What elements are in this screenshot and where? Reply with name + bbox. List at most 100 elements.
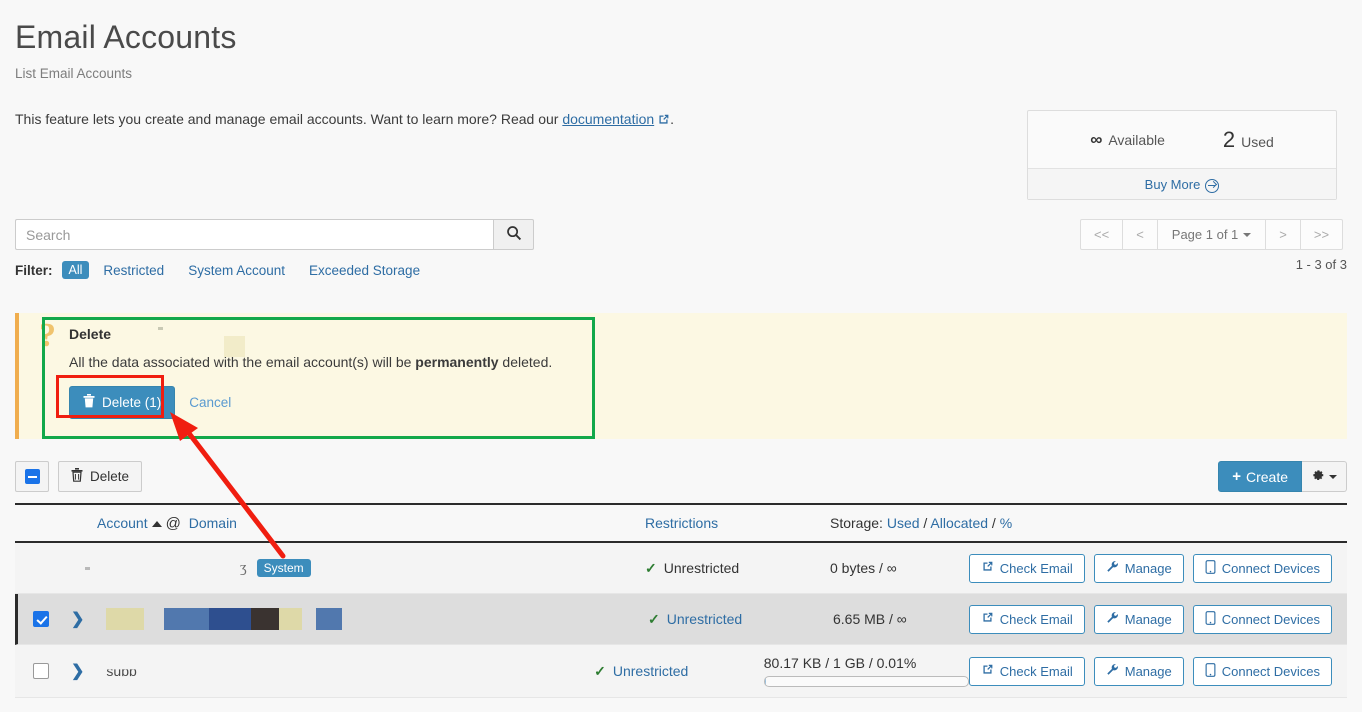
wrench-icon — [1106, 663, 1119, 679]
filter-label: Filter: — [15, 262, 53, 278]
column-header-restrictions: Restrictions — [645, 515, 830, 531]
confirm-delete-label: Delete (1) — [102, 395, 162, 410]
pagination: << < Page 1 of 1 > >> — [1080, 219, 1344, 250]
connect-devices-button[interactable]: Connect Devices — [1192, 604, 1332, 634]
check-email-button[interactable]: Check Email — [968, 553, 1085, 583]
buy-more-link[interactable]: Buy More — [1028, 168, 1336, 199]
intro-text: This feature lets you create and manage … — [15, 111, 674, 129]
sort-by-domain-link[interactable]: Domain — [189, 515, 237, 531]
filter-option-restricted[interactable]: Restricted — [103, 263, 164, 278]
connect-devices-label: Connect Devices — [1221, 611, 1320, 627]
row-actions: Check Email Manage Connect Devices — [968, 553, 1347, 583]
redaction-block — [209, 608, 252, 630]
redaction-block — [164, 608, 210, 630]
sort-by-restrictions-link[interactable]: Restrictions — [645, 515, 718, 531]
documentation-link[interactable]: documentation — [562, 111, 654, 127]
manage-button[interactable]: Manage — [1093, 656, 1184, 686]
filter-option-all[interactable]: All — [61, 261, 90, 279]
storage-progress-fill — [764, 677, 766, 686]
storage-value: 0 bytes / ∞ — [830, 560, 897, 576]
redaction-block — [251, 608, 280, 630]
manage-button[interactable]: Manage — [1093, 604, 1184, 634]
table-actions: + Create — [1218, 461, 1347, 492]
storage-value: 6.65 MB / ∞ — [833, 611, 907, 627]
table-row[interactable]: ❯ ✓ Unrestricted 6.65 MB / ∞ Check Email… — [15, 594, 1347, 645]
restriction-label[interactable]: Unrestricted — [613, 663, 688, 679]
sort-by-storage-percent-link[interactable]: % — [1000, 515, 1012, 531]
filter-option-exceeded-storage[interactable]: Exceeded Storage — [309, 263, 420, 278]
sort-by-account-link[interactable]: Account — [97, 515, 148, 531]
row-checkbox[interactable] — [33, 663, 49, 679]
column-header-storage: Storage: Used / Allocated / % — [830, 515, 1347, 531]
table-header-row: Account @ Domain Restrictions Storage: Us… — [15, 503, 1347, 543]
confirm-delete-button[interactable]: Delete (1) — [69, 386, 176, 419]
search-input[interactable] — [15, 219, 493, 250]
create-label: Create — [1245, 468, 1288, 485]
redaction-block — [279, 608, 303, 630]
redaction-block — [85, 566, 90, 570]
buy-more-label: Buy More — [1144, 176, 1201, 192]
redaction-block — [316, 608, 343, 630]
table-row[interactable]: ❯ supp ✓ Unrestricted 80.17 KB / 1 GB / … — [15, 645, 1347, 698]
status-badge: System — [256, 559, 311, 577]
check-email-label: Check Email — [999, 611, 1073, 627]
expand-row-chevron-icon[interactable]: ❯ — [71, 661, 84, 681]
row-checkbox[interactable] — [33, 611, 49, 627]
trash-icon — [71, 468, 83, 485]
pagination-prev-button[interactable]: < — [1122, 219, 1158, 250]
connect-devices-label: Connect Devices — [1221, 663, 1320, 679]
storage-cell: 0 bytes / ∞ — [830, 560, 969, 576]
at-symbol: @ — [165, 514, 181, 532]
account-cell: ❯ supp — [15, 661, 594, 681]
check-icon: ✓ — [648, 610, 660, 627]
settings-dropdown-button[interactable] — [1302, 461, 1347, 492]
storage-cell: 80.17 KB / 1 GB / 0.01% — [763, 655, 969, 687]
cancel-link[interactable]: Cancel — [189, 395, 231, 410]
search-icon — [506, 225, 522, 244]
trash-icon — [83, 394, 95, 411]
plus-icon: + — [1232, 468, 1241, 485]
alert-actions: Delete (1) Cancel — [69, 386, 1333, 419]
check-email-label: Check Email — [999, 663, 1073, 679]
create-button[interactable]: + Create — [1218, 461, 1302, 492]
pagination-last-button[interactable]: >> — [1299, 219, 1344, 250]
expand-row-chevron-icon[interactable]: ❯ — [71, 609, 84, 629]
search-bar — [15, 219, 534, 250]
sort-by-storage-allocated-link[interactable]: Allocated — [930, 515, 988, 531]
restriction-label[interactable]: Unrestricted — [667, 611, 742, 627]
manage-label: Manage — [1124, 663, 1172, 679]
gear-icon — [1311, 468, 1325, 485]
chevron-down-icon — [1329, 474, 1337, 479]
restrictions-cell: ✓ Unrestricted — [594, 663, 764, 680]
intro-text-after: . — [670, 111, 675, 127]
email-accounts-table: Account @ Domain Restrictions Storage: Us… — [15, 503, 1347, 698]
search-button[interactable] — [493, 219, 534, 250]
connect-devices-button[interactable]: Connect Devices — [1192, 656, 1332, 686]
pagination-first-button[interactable]: << — [1080, 219, 1124, 250]
manage-button[interactable]: Manage — [1093, 553, 1184, 583]
connect-devices-button[interactable]: Connect Devices — [1192, 553, 1332, 583]
question-mark-icon: ? — [39, 317, 56, 354]
sort-by-storage-used-link[interactable]: Used — [887, 515, 920, 531]
filter-option-system-account[interactable]: System Account — [188, 263, 285, 278]
pagination-next-button[interactable]: > — [1265, 219, 1301, 250]
sort-ascending-icon — [151, 520, 162, 527]
redaction-block — [224, 336, 245, 357]
select-all-checkbox[interactable] — [15, 461, 49, 492]
available-value: ∞ — [1090, 130, 1103, 149]
storage-label: Storage: — [830, 515, 883, 531]
external-link-icon — [657, 113, 670, 129]
check-email-button[interactable]: Check Email — [968, 656, 1085, 686]
table-row[interactable]: ʒ System ✓ Unrestricted 0 bytes / ∞ Chec… — [15, 543, 1347, 594]
pagination-page-selector[interactable]: Page 1 of 1 — [1156, 219, 1267, 250]
check-email-button[interactable]: Check Email — [968, 604, 1085, 634]
redaction-block — [106, 608, 145, 630]
redaction-block: ʒ — [240, 559, 247, 576]
bulk-delete-button[interactable]: Delete — [58, 461, 143, 492]
alert-message: All the data associated with the email a… — [69, 354, 1333, 370]
wrench-icon — [1106, 611, 1119, 627]
storage-cell: 6.65 MB / ∞ — [833, 611, 969, 627]
used-value: 2 — [1222, 126, 1236, 152]
account-cell: ❯ — [18, 608, 648, 630]
alert-message-bold: permanently — [415, 354, 499, 370]
